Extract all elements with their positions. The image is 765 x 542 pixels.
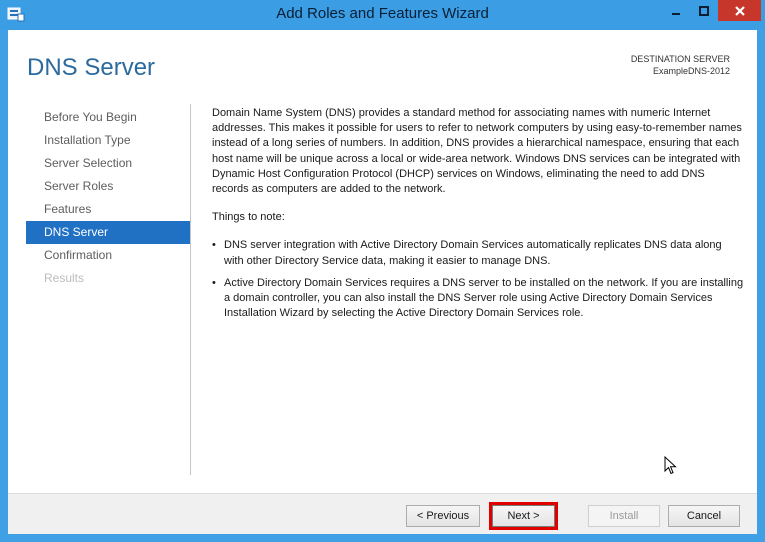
maximize-icon: [699, 5, 709, 16]
page-title: DNS Server: [27, 54, 156, 81]
bullet-glyph: •: [212, 276, 216, 289]
note-text: Active Directory Domain Services require…: [224, 276, 744, 320]
notes-list: • DNS server integration with Active Dir…: [212, 238, 744, 321]
nav-item-confirmation[interactable]: Confirmation: [26, 244, 190, 267]
close-icon: [734, 5, 745, 16]
list-item: • DNS server integration with Active Dir…: [212, 238, 744, 268]
minimize-button[interactable]: [663, 0, 689, 21]
bullet-glyph: •: [212, 239, 216, 252]
things-to-note-heading: Things to note:: [212, 211, 285, 224]
window-title: Add Roles and Features Wizard: [276, 5, 489, 22]
nav-item-before-you-begin[interactable]: Before You Begin: [26, 106, 190, 129]
mouse-cursor-icon: [664, 456, 677, 475]
list-item: • Active Directory Domain Services requi…: [212, 276, 744, 322]
wizard-nav: Before You Begin Installation Type Serve…: [26, 106, 190, 290]
nav-item-results: Results: [44, 271, 85, 285]
nav-item-features[interactable]: Features: [26, 198, 190, 221]
install-button: Install: [588, 505, 660, 527]
next-button[interactable]: Next >: [492, 505, 555, 527]
nav-item-server-selection[interactable]: Server Selection: [26, 152, 190, 175]
wizard-footer: < Previous Next > Install Cancel: [8, 493, 757, 534]
wizard-client-area: DNS Server DESTINATION SERVER ExampleDNS…: [8, 30, 757, 534]
minimize-icon: [672, 12, 680, 15]
note-text: DNS server integration with Active Direc…: [224, 239, 722, 267]
title-bar[interactable]: Add Roles and Features Wizard: [0, 0, 765, 30]
cancel-button[interactable]: Cancel: [668, 505, 740, 527]
nav-item-server-roles[interactable]: Server Roles: [26, 175, 190, 198]
wizard-window: Add Roles and Features Wizard DNS Server…: [0, 0, 765, 542]
next-button-highlight[interactable]: Next >: [489, 502, 558, 530]
destination-server-name: ExampleDNS-2012: [652, 66, 730, 76]
close-button[interactable]: [718, 0, 761, 21]
maximize-button[interactable]: [691, 0, 717, 21]
nav-item-dns-server[interactable]: DNS Server: [26, 221, 190, 244]
destination-server-label: DESTINATION SERVER: [630, 54, 730, 64]
previous-button[interactable]: < Previous: [406, 505, 480, 527]
content-pane: Domain Name System (DNS) provides a stan…: [212, 106, 744, 328]
nav-item-installation-type[interactable]: Installation Type: [26, 129, 190, 152]
intro-paragraph: Domain Name System (DNS) provides a stan…: [212, 107, 742, 196]
nav-divider: [190, 104, 191, 475]
